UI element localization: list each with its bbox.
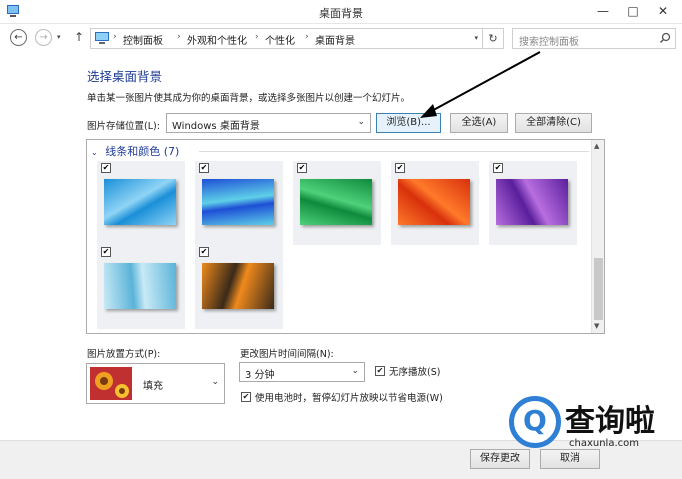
chevron-down-icon: ⌄ — [211, 377, 219, 387]
wallpaper-tile[interactable]: ✔ — [195, 161, 283, 245]
wallpaper-tile[interactable]: ✔ — [391, 161, 479, 245]
picture-location-value: Windows 桌面背景 — [172, 121, 260, 132]
chevron-down-icon: ⌄ — [357, 117, 365, 127]
breadcrumb-appearance[interactable]: 外观和个性化 — [187, 32, 247, 47]
breadcrumb-personalization[interactable]: 个性化 — [265, 32, 295, 47]
page-description: 单击某一张图片使其成为你的桌面背景，或选择多张图片以创建一个幻灯片。 — [87, 93, 411, 104]
refresh-button[interactable]: ↻ — [483, 28, 504, 49]
breadcrumb-control-panel[interactable]: 控制面板 — [123, 32, 163, 47]
control-panel-icon — [95, 32, 109, 44]
fill-preview-image — [90, 367, 132, 400]
select-all-button[interactable]: 全选(A) — [450, 113, 508, 133]
tile-checkbox[interactable]: ✔ — [493, 163, 503, 173]
watermark-magnifier-icon: Q — [509, 396, 561, 448]
wallpaper-tile[interactable]: ✔ — [97, 161, 185, 245]
search-placeholder: 搜索控制面板 — [519, 37, 579, 48]
battery-pause-checkbox[interactable]: ✔ — [241, 392, 251, 402]
picture-position-label: 图片放置方式(P): — [87, 349, 161, 360]
breadcrumb-separator: › — [305, 32, 309, 42]
breadcrumb-separator: › — [113, 32, 117, 42]
breadcrumb-desktop-background[interactable]: 桌面背景 — [315, 32, 355, 47]
wallpaper-tile[interactable]: ✔ — [293, 161, 381, 245]
group-divider — [199, 151, 589, 152]
scrollbar-thumb[interactable] — [594, 258, 603, 320]
navigation-bar: ← → ▾ ↑ › 控制面板 › 外观和个性化 › 个性化 › 桌面背景 ▾ ↻… — [0, 24, 682, 54]
interval-value: 3 分钟 — [245, 370, 275, 381]
scroll-down-icon[interactable]: ▼ — [594, 322, 599, 330]
browse-button[interactable]: 浏览(B)... — [376, 113, 441, 133]
watermark-url: chaxunla.com — [569, 438, 639, 449]
group-header[interactable]: ⌄ 线条和颜色 (7) — [91, 143, 179, 159]
minimize-button[interactable]: — — [588, 0, 618, 22]
breadcrumb-separator: › — [255, 32, 259, 42]
tile-checkbox[interactable]: ✔ — [199, 163, 209, 173]
clear-all-button[interactable]: 全部清除(C) — [515, 113, 592, 133]
wallpaper-thumbnail[interactable] — [104, 263, 176, 309]
watermark-logo: Q 查询啦 chaxunla.com — [503, 394, 682, 456]
tile-checkbox[interactable]: ✔ — [101, 163, 111, 173]
interval-select[interactable]: 3 分钟 ⌄ — [239, 362, 365, 382]
picture-location-select[interactable]: Windows 桌面背景 ⌄ — [166, 113, 371, 133]
tile-checkbox[interactable]: ✔ — [101, 247, 111, 257]
address-dropdown-icon[interactable]: ▾ — [474, 34, 478, 42]
back-button[interactable]: ← — [10, 29, 27, 46]
chevron-down-icon: ⌄ — [351, 366, 359, 376]
search-box[interactable]: 搜索控制面板 — [512, 28, 676, 49]
wallpaper-thumbnail[interactable] — [104, 179, 176, 225]
up-button[interactable]: ↑ — [74, 30, 84, 44]
wallpaper-thumbnail[interactable] — [202, 263, 274, 309]
wallpaper-thumbnail[interactable] — [496, 179, 568, 225]
gallery-scrollbar[interactable]: ▲ ▼ — [591, 140, 604, 333]
recent-pages-dropdown-icon[interactable]: ▾ — [57, 33, 61, 41]
shuffle-label: 无序播放(S) — [389, 367, 441, 378]
tile-checkbox[interactable]: ✔ — [199, 247, 209, 257]
scroll-up-icon[interactable]: ▲ — [594, 142, 599, 150]
interval-label: 更改图片时间间隔(N): — [240, 349, 334, 360]
picture-location-label: 图片存储位置(L): — [87, 121, 160, 132]
forward-button[interactable]: → — [35, 29, 52, 46]
wallpaper-thumbnail[interactable] — [202, 179, 274, 225]
tile-checkbox[interactable]: ✔ — [395, 163, 405, 173]
window-title: 桌面背景 — [319, 7, 363, 20]
picture-position-select[interactable]: 填充 ⌄ — [86, 363, 225, 404]
wallpaper-tile[interactable]: ✔ — [97, 245, 185, 329]
wallpaper-tile[interactable]: ✔ — [489, 161, 577, 245]
watermark-brand: 查询啦 — [565, 404, 655, 439]
wallpaper-thumbnail[interactable] — [398, 179, 470, 225]
search-icon[interactable] — [659, 32, 671, 44]
breadcrumb-separator: › — [177, 32, 181, 42]
title-bar: 桌面背景 — □ ✕ — [0, 0, 682, 24]
wallpaper-tile[interactable]: ✔ — [195, 245, 283, 329]
page-heading: 选择桌面背景 — [87, 69, 163, 84]
close-button[interactable]: ✕ — [648, 0, 678, 22]
collapse-chevron-icon[interactable]: ⌄ — [91, 148, 98, 157]
battery-pause-label: 使用电池时，暂停幻灯片放映以节省电源(W) — [255, 393, 443, 404]
wallpaper-gallery: ⌄ 线条和颜色 (7) ✔ ✔ ✔ ✔ ✔ ✔ ✔ ▲ ▼ — [86, 139, 605, 334]
maximize-button[interactable]: □ — [618, 0, 648, 22]
wallpaper-thumbnail[interactable] — [300, 179, 372, 225]
tile-checkbox[interactable]: ✔ — [297, 163, 307, 173]
picture-position-value: 填充 — [143, 381, 163, 392]
address-bar[interactable]: › 控制面板 › 外观和个性化 › 个性化 › 桌面背景 ▾ — [90, 28, 483, 49]
shuffle-checkbox[interactable]: ✔ — [375, 366, 385, 376]
group-title: 线条和颜色 (7) — [105, 145, 180, 158]
